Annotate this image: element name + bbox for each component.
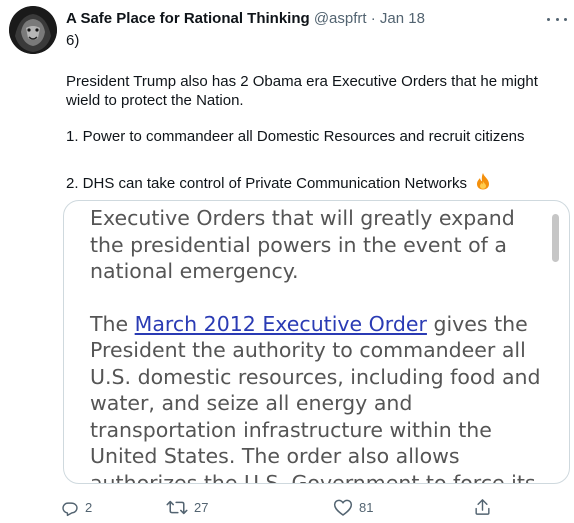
card-body-post: gives the President the authority to com…: [90, 311, 541, 484]
heart-icon: [333, 499, 353, 516]
tweet-list-item: 1. Power to commandeer all Domestic Reso…: [66, 128, 525, 145]
card-link: March 2012 Executive Order: [134, 311, 427, 336]
avatar[interactable]: [9, 6, 57, 54]
tweet-list-item: 2. DHS can take control of Private Commu…: [66, 172, 491, 194]
reply-count: 2: [85, 499, 93, 515]
like-button[interactable]: 81: [333, 494, 373, 520]
share-button[interactable]: [473, 494, 492, 520]
author-handle[interactable]: @aspfrt: [314, 10, 367, 27]
tweet-list-item-text: 2. DHS can take control of Private Commu…: [66, 175, 467, 192]
lion-avatar-icon: [9, 6, 57, 54]
retweet-icon: [166, 500, 188, 514]
card-heading: Executive Orders that will greatly expan…: [90, 206, 515, 283]
like-count: 81: [359, 499, 374, 515]
card-body: The March 2012 Executive Order gives the…: [90, 311, 550, 484]
retweet-button[interactable]: 27: [166, 494, 208, 520]
card-body-pre: The: [90, 311, 135, 336]
media-card[interactable]: Executive Orders that will greatly expan…: [63, 200, 570, 484]
tweet-date[interactable]: Jan 18: [380, 10, 425, 27]
retweet-count: 27: [194, 499, 209, 515]
share-icon: [475, 499, 490, 515]
tweet-actions: 2 27 81: [60, 494, 570, 520]
fire-emoji-icon: [475, 172, 491, 194]
more-icon[interactable]: [547, 12, 567, 26]
reply-icon: [62, 501, 78, 516]
tweet-header: A Safe Place for Rational Thinking @aspf…: [66, 10, 544, 28]
screenshot-image: Executive Orders that will greatly expan…: [90, 205, 550, 484]
separator: ·: [370, 10, 376, 27]
thread-number: 6): [66, 32, 80, 49]
scrollbar-thumb: [552, 214, 559, 262]
reply-button[interactable]: 2: [60, 494, 92, 520]
author-name[interactable]: A Safe Place for Rational Thinking: [66, 10, 310, 27]
tweet-paragraph: President Trump also has 2 Obama era Exe…: [66, 73, 538, 109]
